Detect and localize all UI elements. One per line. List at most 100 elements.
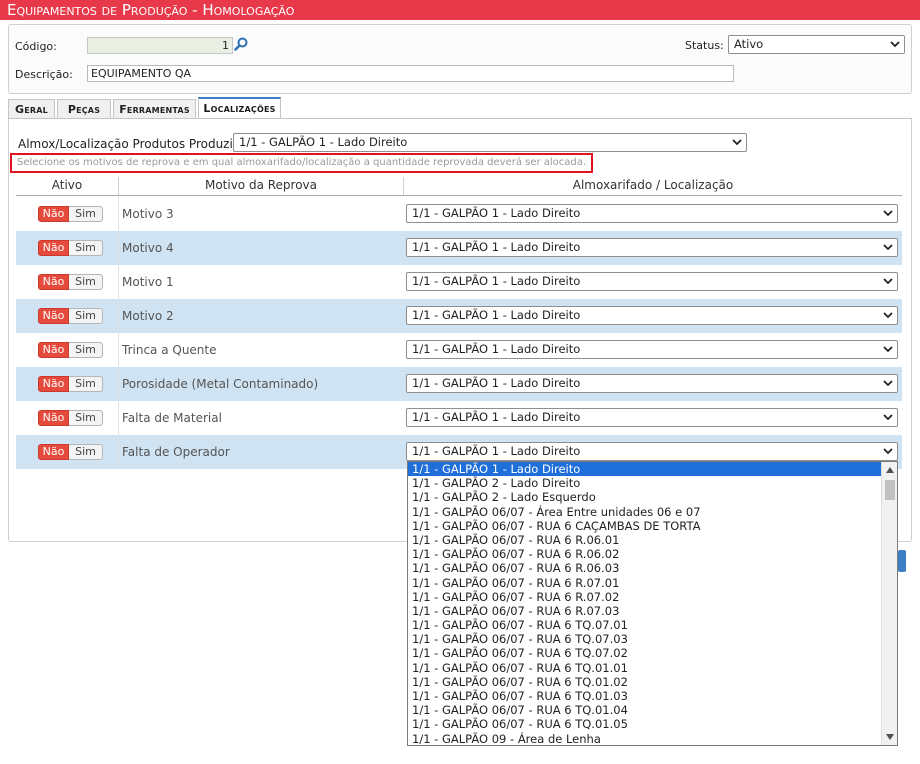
chevron-down-icon <box>883 448 893 455</box>
local-select-value: 1/1 - GALPÃO 1 - Lado Direito <box>412 240 581 254</box>
local-select-value: 1/1 - GALPÃO 1 - Lado Direito <box>412 342 581 356</box>
descricao-input[interactable]: EQUIPAMENTO QA <box>87 65 734 82</box>
dropdown-option[interactable]: 1/1 - GALPÃO 06/07 - RUA 6 TQ.01.02 <box>408 675 882 689</box>
local-select-value: 1/1 - GALPÃO 1 - Lado Direito <box>412 410 581 424</box>
motivo-text: Motivo 4 <box>122 241 174 255</box>
local-dropdown-list[interactable]: 1/1 - GALPÃO 1 - Lado Direito 1/1 - GALPÃ… <box>407 461 898 746</box>
ativo-toggle[interactable]: Não Sim <box>38 376 103 392</box>
scrollbar[interactable] <box>881 462 897 745</box>
dropdown-option[interactable]: 1/1 - GALPÃO 06/07 - RUA 6 TQ.01.05 <box>408 717 882 731</box>
toggle-nao-button[interactable]: Não <box>38 444 69 460</box>
local-select[interactable]: 1/1 - GALPÃO 1 - Lado Direito <box>406 442 898 461</box>
ativo-toggle[interactable]: Não Sim <box>38 308 103 324</box>
dropdown-option[interactable]: 1/1 - GALPÃO 09 - Área de Lenha <box>408 732 882 745</box>
local-select[interactable]: 1/1 - GALPÃO 1 - Lado Direito <box>406 272 898 291</box>
toggle-sim-button[interactable]: Sim <box>69 206 103 222</box>
scroll-down-icon[interactable] <box>885 732 895 742</box>
motivo-text: Motivo 3 <box>122 207 174 221</box>
toggle-sim-button[interactable]: Sim <box>69 342 103 358</box>
tab-localizacoes[interactable]: Localizações <box>198 97 281 118</box>
chevron-down-icon <box>883 278 893 285</box>
toggle-sim-button[interactable]: Sim <box>69 376 103 392</box>
toggle-nao-button[interactable]: Não <box>38 410 69 426</box>
tab-geral[interactable]: Geral <box>8 99 55 119</box>
dropdown-option[interactable]: 1/1 - GALPÃO 06/07 - RUA 6 TQ.01.04 <box>408 703 882 717</box>
toggle-sim-button[interactable]: Sim <box>69 240 103 256</box>
dropdown-option[interactable]: 1/1 - GALPÃO 06/07 - RUA 6 TQ.01.01 <box>408 661 882 675</box>
cell-divider <box>118 367 119 401</box>
dropdown-option[interactable]: 1/1 - GALPÃO 06/07 - RUA 6 TQ.07.03 <box>408 632 882 646</box>
ativo-toggle[interactable]: Não Sim <box>38 410 103 426</box>
dropdown-option[interactable]: 1/1 - GALPÃO 06/07 - RUA 6 R.07.02 <box>408 590 882 604</box>
table-row: Não Sim Motivo 2 1/1 - GALPÃO 1 - Lado Dire… <box>16 299 902 333</box>
scroll-up-icon[interactable] <box>885 465 895 475</box>
column-local: Almoxarifado / Localização <box>572 178 734 192</box>
dropdown-option[interactable]: 1/1 - GALPÃO 06/07 - Área Entre unidades… <box>408 505 882 519</box>
ativo-toggle[interactable]: Não Sim <box>38 274 103 290</box>
status-select[interactable]: Ativo <box>728 35 905 54</box>
local-select-value: 1/1 - GALPÃO 1 - Lado Direito <box>412 376 581 390</box>
toggle-sim-button[interactable]: Sim <box>69 274 103 290</box>
ativo-toggle[interactable]: Não Sim <box>38 342 103 358</box>
dropdown-option[interactable]: 1/1 - GALPÃO 2 - Lado Direito <box>408 476 882 490</box>
chevron-down-icon <box>883 414 893 421</box>
dropdown-option[interactable]: 1/1 - GALPÃO 06/07 - RUA 6 CAÇAMBAS DE T… <box>408 519 882 533</box>
codigo-label: Código: <box>15 40 57 53</box>
motivo-text: Porosidade (Metal Contaminado) <box>122 377 319 391</box>
dropdown-option[interactable]: 1/1 - GALPÃO 06/07 - RUA 6 R.06.03 <box>408 561 882 575</box>
local-select-value: 1/1 - GALPÃO 1 - Lado Direito <box>412 274 581 288</box>
local-select[interactable]: 1/1 - GALPÃO 1 - Lado Direito <box>406 408 898 427</box>
dropdown-option[interactable]: 1/1 - GALPÃO 06/07 - RUA 6 R.07.01 <box>408 576 882 590</box>
codigo-input[interactable]: 1 <box>87 37 233 54</box>
column-ativo: Ativo <box>51 178 83 192</box>
dropdown-option[interactable]: 1/1 - GALPÃO 06/07 - RUA 6 TQ.07.01 <box>408 618 882 632</box>
table-header: Ativo Motivo da Reprova Almoxarifado / L… <box>16 176 902 196</box>
tab-ferramentas[interactable]: Ferramentas <box>113 99 196 119</box>
dropdown-option[interactable]: 1/1 - GALPÃO 06/07 - RUA 6 TQ.01.03 <box>408 689 882 703</box>
table-row: Não Sim Porosidade (Metal Contaminado) 1/1 … <box>16 367 902 401</box>
status-label: Status: <box>685 39 724 52</box>
dropdown-options: 1/1 - GALPÃO 1 - Lado Direito 1/1 - GALPÃ… <box>408 462 897 745</box>
toggle-nao-button[interactable]: Não <box>38 240 69 256</box>
cell-divider <box>118 231 119 265</box>
dropdown-option[interactable]: 1/1 - GALPÃO 06/07 - RUA 6 R.07.03 <box>408 604 882 618</box>
cell-divider <box>118 265 119 299</box>
ativo-toggle[interactable]: Não Sim <box>38 240 103 256</box>
local-select[interactable]: 1/1 - GALPÃO 1 - Lado Direito <box>406 306 898 325</box>
toggle-nao-button[interactable]: Não <box>38 342 69 358</box>
ativo-toggle[interactable]: Não Sim <box>38 206 103 222</box>
toggle-nao-button[interactable]: Não <box>38 308 69 324</box>
almox-select[interactable]: 1/1 - GALPÃO 1 - Lado Direito <box>233 133 747 152</box>
toggle-nao-button[interactable]: Não <box>38 206 69 222</box>
search-icon[interactable] <box>234 37 248 51</box>
motivo-text: Falta de Operador <box>122 445 230 459</box>
dropdown-option[interactable]: 1/1 - GALPÃO 06/07 - RUA 6 R.06.02 <box>408 547 882 561</box>
local-select[interactable]: 1/1 - GALPÃO 1 - Lado Direito <box>406 238 898 257</box>
local-select[interactable]: 1/1 - GALPÃO 1 - Lado Direito <box>406 340 898 359</box>
ativo-toggle[interactable]: Não Sim <box>38 444 103 460</box>
motivo-text: Falta de Material <box>122 411 222 425</box>
cell-divider <box>118 197 119 231</box>
local-select[interactable]: 1/1 - GALPÃO 1 - Lado Direito <box>406 204 898 223</box>
scroll-thumb[interactable] <box>885 480 895 500</box>
table-row: Não Sim Motivo 1 1/1 - GALPÃO 1 - Lado Dire… <box>16 265 902 299</box>
toggle-nao-button[interactable]: Não <box>38 376 69 392</box>
motivo-text: Trinca a Quente <box>122 343 217 357</box>
local-select[interactable]: 1/1 - GALPÃO 1 - Lado Direito <box>406 374 898 393</box>
chevron-down-icon <box>732 139 742 146</box>
toggle-sim-button[interactable]: Sim <box>69 410 103 426</box>
dropdown-option[interactable]: 1/1 - GALPÃO 06/07 - RUA 6 R.06.01 <box>408 533 882 547</box>
cell-divider <box>118 401 119 435</box>
dropdown-option[interactable]: 1/1 - GALPÃO 1 - Lado Direito <box>408 462 882 477</box>
chevron-down-icon <box>883 210 893 217</box>
dropdown-option[interactable]: 1/1 - GALPÃO 2 - Lado Esquerdo <box>408 490 882 504</box>
toggle-nao-button[interactable]: Não <box>38 274 69 290</box>
dropdown-option[interactable]: 1/1 - GALPÃO 06/07 - RUA 6 TQ.07.02 <box>408 646 882 660</box>
local-select-value: 1/1 - GALPÃO 1 - Lado Direito <box>412 308 581 322</box>
chevron-down-icon <box>883 244 893 251</box>
side-button[interactable] <box>898 550 906 572</box>
toggle-sim-button[interactable]: Sim <box>69 308 103 324</box>
tab-pecas[interactable]: Peças <box>57 99 111 119</box>
local-select-value: 1/1 - GALPÃO 1 - Lado Direito <box>412 444 581 458</box>
toggle-sim-button[interactable]: Sim <box>69 444 103 460</box>
